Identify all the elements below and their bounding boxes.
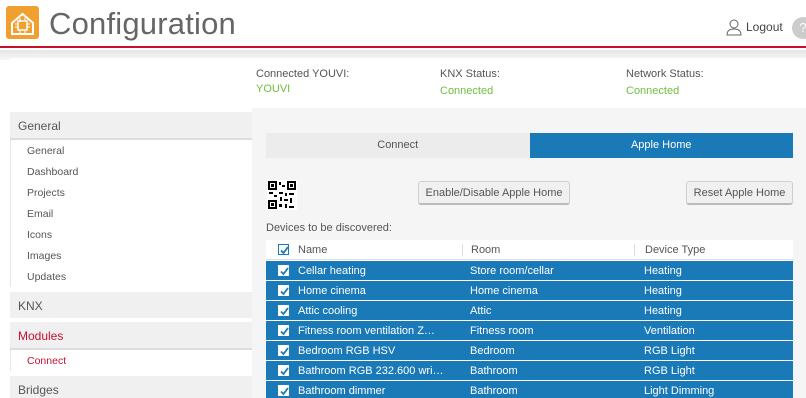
logout-label: Logout — [746, 20, 783, 34]
row-checkbox[interactable] — [278, 325, 289, 336]
main-panel: Connect Apple Home Enable/Disable Apple … — [252, 108, 806, 398]
table-row[interactable]: Bathroom dimmer Bathroom Light Dimming — [266, 380, 793, 398]
cell-room: Fitness room — [470, 324, 534, 337]
enable-disable-apple-home-button[interactable]: Enable/Disable Apple Home — [418, 181, 570, 205]
cell-name: Bathroom RGB 232.600 wri… — [298, 364, 444, 377]
devices-table: Name Room Device Type Cellar heating Stor… — [266, 240, 793, 398]
user-icon — [726, 19, 742, 36]
table-row[interactable]: Bedroom RGB HSV Bedroom RGB Light — [266, 340, 793, 360]
column-header-name[interactable]: Name — [296, 244, 462, 256]
app-window: Configuration Logout ? Connected YOUVI: … — [0, 0, 806, 398]
cell-name: Fitness room ventilation Z… — [298, 324, 435, 337]
select-all-checkbox[interactable] — [278, 244, 289, 255]
sidebar-section-knx[interactable]: KNX — [10, 292, 252, 318]
row-checkbox[interactable] — [278, 365, 289, 376]
youvi-logo — [6, 6, 39, 39]
sidebar-item-images[interactable]: Images — [11, 245, 252, 266]
page-title: Configuration — [49, 6, 236, 41]
row-checkbox[interactable] — [278, 345, 289, 356]
tab-apple-home[interactable]: Apple Home — [529, 133, 793, 158]
sidebar-general-list: General Dashboard Projects Email Icons I… — [10, 140, 252, 287]
help-icon[interactable]: ? — [792, 17, 806, 39]
cell-room: Home cinema — [470, 284, 538, 297]
tab-connect[interactable]: Connect — [266, 133, 530, 158]
table-header: Name Room Device Type — [266, 240, 793, 260]
sidebar-item-general[interactable]: General — [11, 140, 252, 161]
knx-status-value: Connected — [440, 85, 494, 97]
row-checkbox[interactable] — [278, 285, 289, 296]
youvi-status: Connected YOUVI: YOUVI — [256, 67, 349, 97]
cell-name: Bathroom dimmer — [298, 384, 386, 397]
table-row[interactable]: Bathroom RGB 232.600 wri… Bathroom RGB Lig… — [266, 360, 793, 380]
header: Configuration Logout ? — [0, 0, 806, 48]
cell-room: Bathroom — [470, 384, 518, 397]
network-status-value: Connected — [626, 85, 680, 97]
column-header-room[interactable]: Room — [462, 243, 634, 256]
cell-device-type: Light Dimming — [644, 384, 715, 397]
sidebar-item-updates[interactable]: Updates — [11, 266, 252, 287]
cell-name: Attic cooling — [298, 304, 358, 317]
logout-button[interactable]: Logout — [726, 18, 783, 36]
cell-name: Home cinema — [298, 284, 366, 297]
qr-code-icon — [267, 180, 297, 210]
table-row[interactable]: Fitness room ventilation Z… Fitness room V… — [266, 320, 793, 340]
knx-status: KNX Status: Connected — [440, 67, 500, 99]
sidebar-item-dashboard[interactable]: Dashboard — [11, 161, 252, 182]
network-status: Network Status: Connected — [626, 67, 704, 99]
cell-room: Attic — [470, 304, 492, 317]
row-checkbox[interactable] — [278, 305, 289, 316]
row-checkbox[interactable] — [278, 385, 289, 396]
column-header-device-type[interactable]: Device Type — [634, 243, 793, 256]
cell-device-type: RGB Light — [644, 364, 695, 377]
sidebar-section-bridges[interactable]: Bridges — [10, 376, 252, 398]
cell-device-type: RGB Light — [644, 344, 695, 357]
reset-apple-home-button[interactable]: Reset Apple Home — [686, 181, 793, 205]
cell-device-type: Ventilation — [644, 324, 695, 337]
youvi-status-value: YOUVI — [256, 83, 291, 95]
sidebar-item-icons[interactable]: Icons — [11, 224, 252, 245]
knx-status-label: KNX Status: — [440, 68, 500, 80]
cell-device-type: Heating — [644, 304, 682, 317]
table-row[interactable]: Home cinema Home cinema Heating — [266, 280, 793, 300]
network-status-label: Network Status: — [626, 68, 704, 80]
table-body: Cellar heating Store room/cellar Heating Ho… — [266, 260, 793, 398]
table-row[interactable]: Attic cooling Attic Heating — [266, 300, 793, 320]
cell-room: Store room/cellar — [470, 264, 554, 277]
cell-device-type: Heating — [644, 264, 682, 277]
cell-name: Cellar heating — [298, 264, 366, 277]
table-row[interactable]: Cellar heating Store room/cellar Heating — [266, 260, 793, 280]
sidebar-item-email[interactable]: Email — [11, 203, 252, 224]
sidebar-section-general[interactable]: General — [10, 112, 252, 138]
youvi-status-label: Connected YOUVI: — [256, 68, 350, 80]
sidebar-modules-list: Connect — [10, 350, 252, 371]
devices-label: Devices to be discovered: — [266, 222, 392, 234]
sidebar-item-connect[interactable]: Connect — [11, 350, 252, 371]
sidebar-item-projects[interactable]: Projects — [11, 182, 252, 203]
row-checkbox[interactable] — [278, 265, 289, 276]
cell-room: Bedroom — [470, 344, 515, 357]
cell-room: Bathroom — [470, 364, 518, 377]
cell-name: Bedroom RGB HSV — [298, 344, 396, 357]
status-bar: Connected YOUVI: YOUVI KNX Status: Conne… — [10, 58, 806, 108]
cell-device-type: Heating — [644, 284, 682, 297]
tab-bar: Connect Apple Home — [266, 133, 793, 158]
sidebar-section-modules[interactable]: Modules — [10, 322, 252, 348]
sidebar: General General Dashboard Projects Email… — [10, 108, 252, 398]
